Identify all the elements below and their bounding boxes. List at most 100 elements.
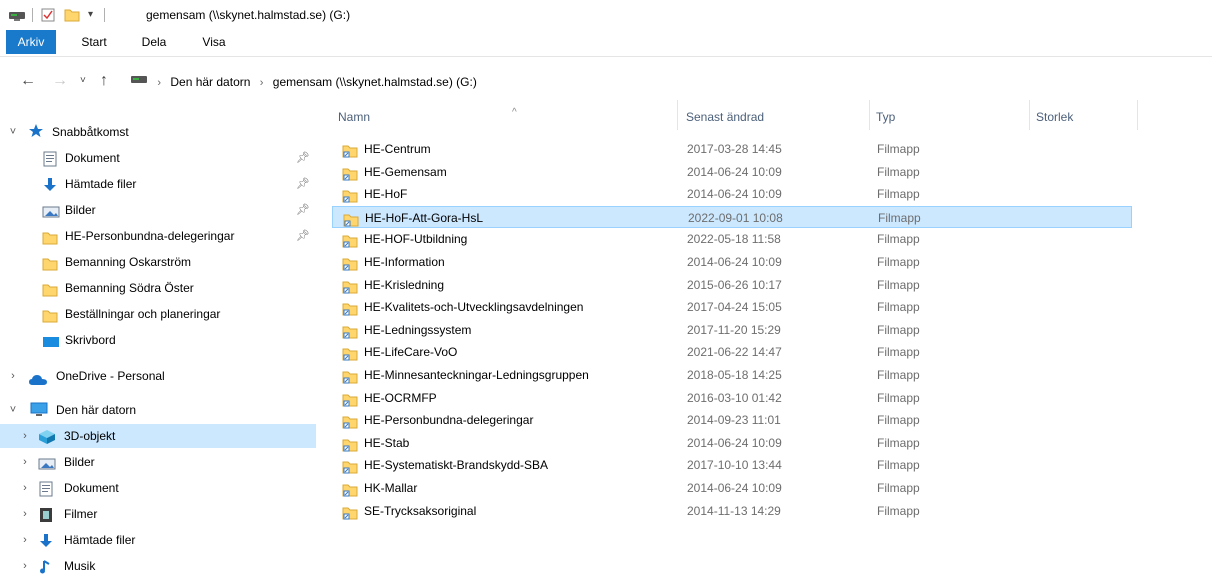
chevron-right-icon[interactable]: › — [18, 502, 32, 526]
network-folder-icon — [342, 188, 358, 203]
nav-this-pc[interactable]: ˅ Den här datorn — [0, 398, 318, 422]
table-row[interactable]: HE-Minnesanteckningar-Ledningsgruppen 201… — [332, 364, 1132, 386]
file-modified: 2014-06-24 10:09 — [687, 255, 782, 269]
table-row[interactable]: HE-HoF 2014-06-24 10:09 Filmapp — [332, 183, 1132, 205]
chevron-right-icon[interactable]: › — [18, 476, 32, 500]
column-header-size[interactable]: Storlek — [1030, 100, 1138, 130]
recent-locations-icon[interactable]: ˅ — [80, 72, 86, 90]
column-header-type[interactable]: Typ — [870, 100, 1030, 130]
nav-pc-item[interactable]: › Musik — [0, 554, 318, 578]
forward-icon[interactable]: → — [52, 72, 68, 90]
table-row[interactable]: HE-Kvalitets-och-Utvecklingsavdelningen 2… — [332, 296, 1132, 318]
file-modified: 2014-06-24 10:09 — [687, 187, 782, 202]
crumb-this-pc[interactable]: Den här datorn — [170, 75, 250, 89]
pictures-icon — [38, 455, 56, 470]
nav-quick-item[interactable]: Bemanning Södra Öster — [0, 276, 318, 300]
nav-quick-item[interactable]: Bemanning Oskarström — [0, 250, 318, 274]
ribbon-tabs: Arkiv Start Dela Visa — [0, 30, 1212, 57]
chevron-right-icon[interactable]: › — [18, 450, 32, 474]
network-folder-icon — [342, 459, 358, 474]
chevron-right-icon[interactable]: › — [18, 424, 32, 448]
table-row[interactable]: HE-Centrum 2017-03-28 14:45 Filmapp — [332, 138, 1132, 160]
table-row[interactable]: HE-OCRMFP 2016-03-10 01:42 Filmapp — [332, 387, 1132, 409]
nav-pc-item[interactable]: › Dokument — [0, 476, 318, 500]
chevron-down-icon[interactable]: ˅ — [6, 398, 20, 422]
file-modified: 2022-05-18 11:58 — [687, 232, 781, 247]
nav-pc-item[interactable]: › Filmer — [0, 502, 318, 526]
table-row[interactable]: SE-Trycksaksoriginal 2014-11-13 14:29 Film… — [332, 500, 1132, 522]
tab-dela[interactable]: Dela — [138, 30, 170, 54]
nav-onedrive[interactable]: › OneDrive - Personal — [0, 364, 318, 388]
cloud-icon — [28, 370, 47, 385]
crumb-drive[interactable]: gemensam (\\skynet.halmstad.se) (G:) — [273, 75, 477, 89]
nav-item-label: Bemanning Södra Öster — [65, 281, 194, 295]
music-icon — [38, 559, 54, 574]
nav-quick-item[interactable]: Beställningar och planeringar — [0, 302, 318, 326]
tab-arkiv[interactable]: Arkiv — [6, 30, 56, 54]
drive-icon[interactable] — [8, 7, 26, 23]
up-icon[interactable]: ↑ — [100, 72, 108, 90]
pin-icon[interactable]: 📌︎ — [296, 224, 310, 248]
nav-quick-item[interactable]: Hämtade filer 📌︎ — [0, 172, 318, 196]
table-row[interactable]: HE-Information 2014-06-24 10:09 Filmapp — [332, 251, 1132, 273]
table-row[interactable]: HE-Stab 2014-06-24 10:09 Filmapp — [332, 432, 1132, 454]
nav-quick-item[interactable]: Skrivbord — [0, 328, 318, 352]
table-row[interactable]: HE-LifeCare-VoO 2021-06-22 14:47 Filmapp — [332, 341, 1132, 363]
table-row[interactable]: HE-HoF-Att-Gora-HsL 2022-09-01 10:08 Filma… — [332, 205, 1132, 228]
column-header-row: Namn ^ Senast ändrad Typ Storlek — [322, 100, 1212, 130]
window-title: gemensam (\\skynet.halmstad.se) (G:) — [146, 8, 351, 22]
file-name: HE-Systematiskt-Brandskydd-SBA — [364, 458, 549, 473]
download-icon — [38, 533, 54, 547]
nav-pc-item[interactable]: › 3D-objekt — [0, 424, 316, 448]
chevron-right-icon[interactable]: › — [6, 364, 20, 388]
pin-icon[interactable]: 📌︎ — [296, 146, 310, 170]
column-header-modified[interactable]: Senast ändrad — [680, 100, 870, 130]
documents-icon — [38, 481, 54, 497]
nav-item-label: Musik — [64, 559, 96, 573]
nav-item-label: Filmer — [64, 507, 98, 521]
dropdown-icon[interactable]: ▾ — [88, 7, 100, 23]
file-type: Filmapp — [877, 458, 920, 473]
network-folder-icon — [342, 279, 358, 294]
file-type: Filmapp — [877, 345, 920, 360]
nav-quick-item[interactable]: Bilder 📌︎ — [0, 198, 318, 222]
tab-visa[interactable]: Visa — [198, 30, 230, 54]
nav-quick-access[interactable]: ˅ Snabbåtkomst — [0, 120, 318, 144]
new-folder-icon[interactable] — [64, 7, 80, 23]
network-folder-icon — [342, 256, 358, 271]
table-row[interactable]: HE-Gemensam 2014-06-24 10:09 Filmapp — [332, 161, 1132, 183]
nav-quick-item[interactable]: HE-Personbundna-delegeringar 📌︎ — [0, 224, 318, 248]
file-name: HE-HoF-Att-Gora-HsL — [365, 210, 484, 225]
file-type: Filmapp — [877, 435, 920, 450]
pin-icon[interactable]: 📌︎ — [296, 172, 310, 196]
file-modified: 2015-06-26 10:17 — [687, 277, 782, 292]
chevron-down-icon[interactable]: ˅ — [6, 120, 20, 144]
pin-icon[interactable]: 📌︎ — [296, 198, 310, 222]
table-row[interactable]: HE-Systematiskt-Brandskydd-SBA 2017-10-10… — [332, 454, 1132, 476]
column-header-name[interactable]: Namn ^ — [332, 100, 678, 130]
breadcrumb[interactable]: › Den här datorn › gemensam (\\skynet.ha… — [130, 72, 483, 92]
folder-icon — [42, 255, 58, 271]
back-icon[interactable]: ← — [20, 72, 36, 90]
file-name: HE-Krisledning — [364, 277, 445, 292]
address-row: ← → ˅ ↑ › Den här datorn › gemensam (\\s… — [0, 66, 1212, 96]
desktop-icon — [42, 333, 59, 347]
table-row[interactable]: HE-HOF-Utbildning 2022-05-18 11:58 Filmapp — [332, 228, 1132, 250]
nav-pc-item[interactable]: › Bilder — [0, 450, 318, 474]
nav-quick-item[interactable]: Dokument 📌︎ — [0, 146, 318, 170]
file-modified: 2014-09-23 11:01 — [687, 413, 781, 428]
nav-item-label: 3D-objekt — [64, 429, 116, 443]
table-row[interactable]: HK-Mallar 2014-06-24 10:09 Filmapp — [332, 477, 1132, 499]
file-type: Filmapp — [877, 322, 920, 337]
network-folder-icon — [342, 482, 358, 497]
nav-pc-item[interactable]: › Hämtade filer — [0, 528, 318, 552]
table-row[interactable]: HE-Ledningssystem 2017-11-20 15:29 Filmapp — [332, 319, 1132, 341]
table-row[interactable]: HE-Krisledning 2015-06-26 10:17 Filmapp — [332, 274, 1132, 296]
chevron-right-icon[interactable]: › — [18, 554, 32, 578]
network-folder-icon — [342, 346, 358, 361]
videos-icon — [38, 507, 54, 522]
tab-start[interactable]: Start — [74, 30, 114, 54]
table-row[interactable]: HE-Personbundna-delegeringar 2014-09-23 1… — [332, 409, 1132, 431]
chevron-right-icon[interactable]: › — [18, 528, 32, 552]
properties-icon[interactable] — [40, 7, 56, 23]
